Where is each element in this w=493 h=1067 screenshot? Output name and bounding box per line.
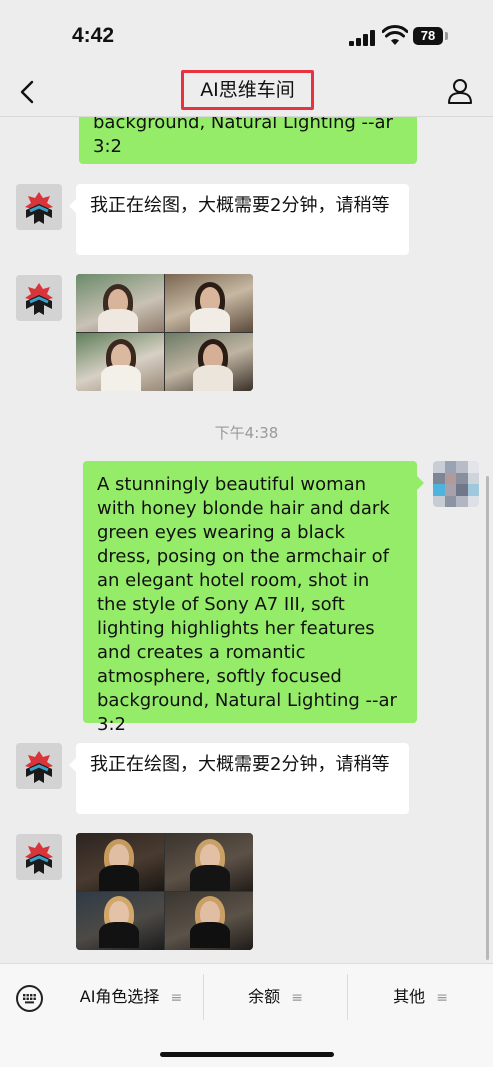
menu-item-ai-role[interactable]: AI角色选择 ≡ bbox=[60, 972, 202, 1022]
chat-scrollbar[interactable] bbox=[486, 476, 489, 960]
menu-item-other[interactable]: 其他 ≡ bbox=[348, 972, 493, 1022]
battery-tip bbox=[445, 32, 448, 40]
bot-avatar[interactable] bbox=[16, 275, 62, 321]
image-tile bbox=[76, 274, 164, 332]
image-tile bbox=[76, 833, 164, 891]
menu-glyph-icon: ≡ bbox=[170, 990, 183, 1006]
menu-item-balance[interactable]: 余额 ≡ bbox=[204, 972, 347, 1022]
bot-avatar[interactable] bbox=[16, 184, 62, 230]
menu-glyph-icon: ≡ bbox=[291, 990, 303, 1006]
home-indicator[interactable] bbox=[160, 1052, 334, 1057]
menu-item-label: AI角色选择 bbox=[79, 987, 160, 1006]
image-tile bbox=[76, 333, 164, 391]
battery-icon: 78 bbox=[413, 27, 443, 45]
signal-icon bbox=[349, 30, 377, 46]
bot-logo-icon bbox=[16, 743, 62, 789]
bot-logo-icon bbox=[16, 184, 62, 230]
generated-image-grid[interactable] bbox=[76, 833, 253, 950]
message-timestamp: 下午4:38 bbox=[214, 424, 279, 442]
wifi-icon bbox=[382, 25, 408, 45]
bot-message-bubble[interactable]: 我正在绘图，大概需要2分钟，请稍等 bbox=[69, 743, 409, 814]
generated-image-grid[interactable] bbox=[76, 274, 253, 391]
bot-logo-icon bbox=[16, 275, 62, 321]
image-tile bbox=[165, 892, 253, 950]
back-chevron-icon[interactable] bbox=[14, 78, 42, 106]
bot-message-bubble[interactable]: 我正在绘图，大概需要2分钟，请稍等 bbox=[69, 184, 409, 255]
menu-item-label: 余额 bbox=[248, 987, 281, 1006]
chat-area[interactable]: background, Natural Lighting --ar 3:2 我正… bbox=[0, 117, 493, 963]
menu-glyph-icon: ≡ bbox=[436, 990, 448, 1006]
keyboard-icon[interactable] bbox=[16, 985, 43, 1012]
bot-avatar[interactable] bbox=[16, 834, 62, 880]
bot-logo-icon bbox=[16, 834, 62, 880]
chat-title: AI思维车间 bbox=[181, 70, 314, 110]
menu-item-label: 其他 bbox=[393, 987, 426, 1006]
user-message-bubble[interactable]: A stunningly beautiful woman with honey … bbox=[83, 461, 424, 735]
status-time: 4:42 bbox=[72, 24, 115, 47]
image-tile bbox=[165, 833, 253, 891]
user-message-bubble[interactable]: background, Natural Lighting --ar 3:2 bbox=[79, 117, 417, 164]
profile-icon[interactable] bbox=[446, 77, 474, 105]
status-bar: 4:42 78 bbox=[0, 0, 493, 66]
message-text: background, Natural Lighting --ar bbox=[93, 117, 393, 133]
image-tile bbox=[165, 274, 253, 332]
bottom-menu-bar: AI角色选择 ≡ 余额 ≡ 其他 ≡ bbox=[0, 963, 493, 1067]
image-tile bbox=[165, 333, 253, 391]
bot-avatar[interactable] bbox=[16, 743, 62, 789]
user-avatar[interactable] bbox=[433, 461, 479, 507]
nav-bar: AI思维车间 bbox=[0, 66, 493, 117]
image-tile bbox=[76, 892, 164, 950]
message-text: 3:2 bbox=[93, 136, 122, 157]
